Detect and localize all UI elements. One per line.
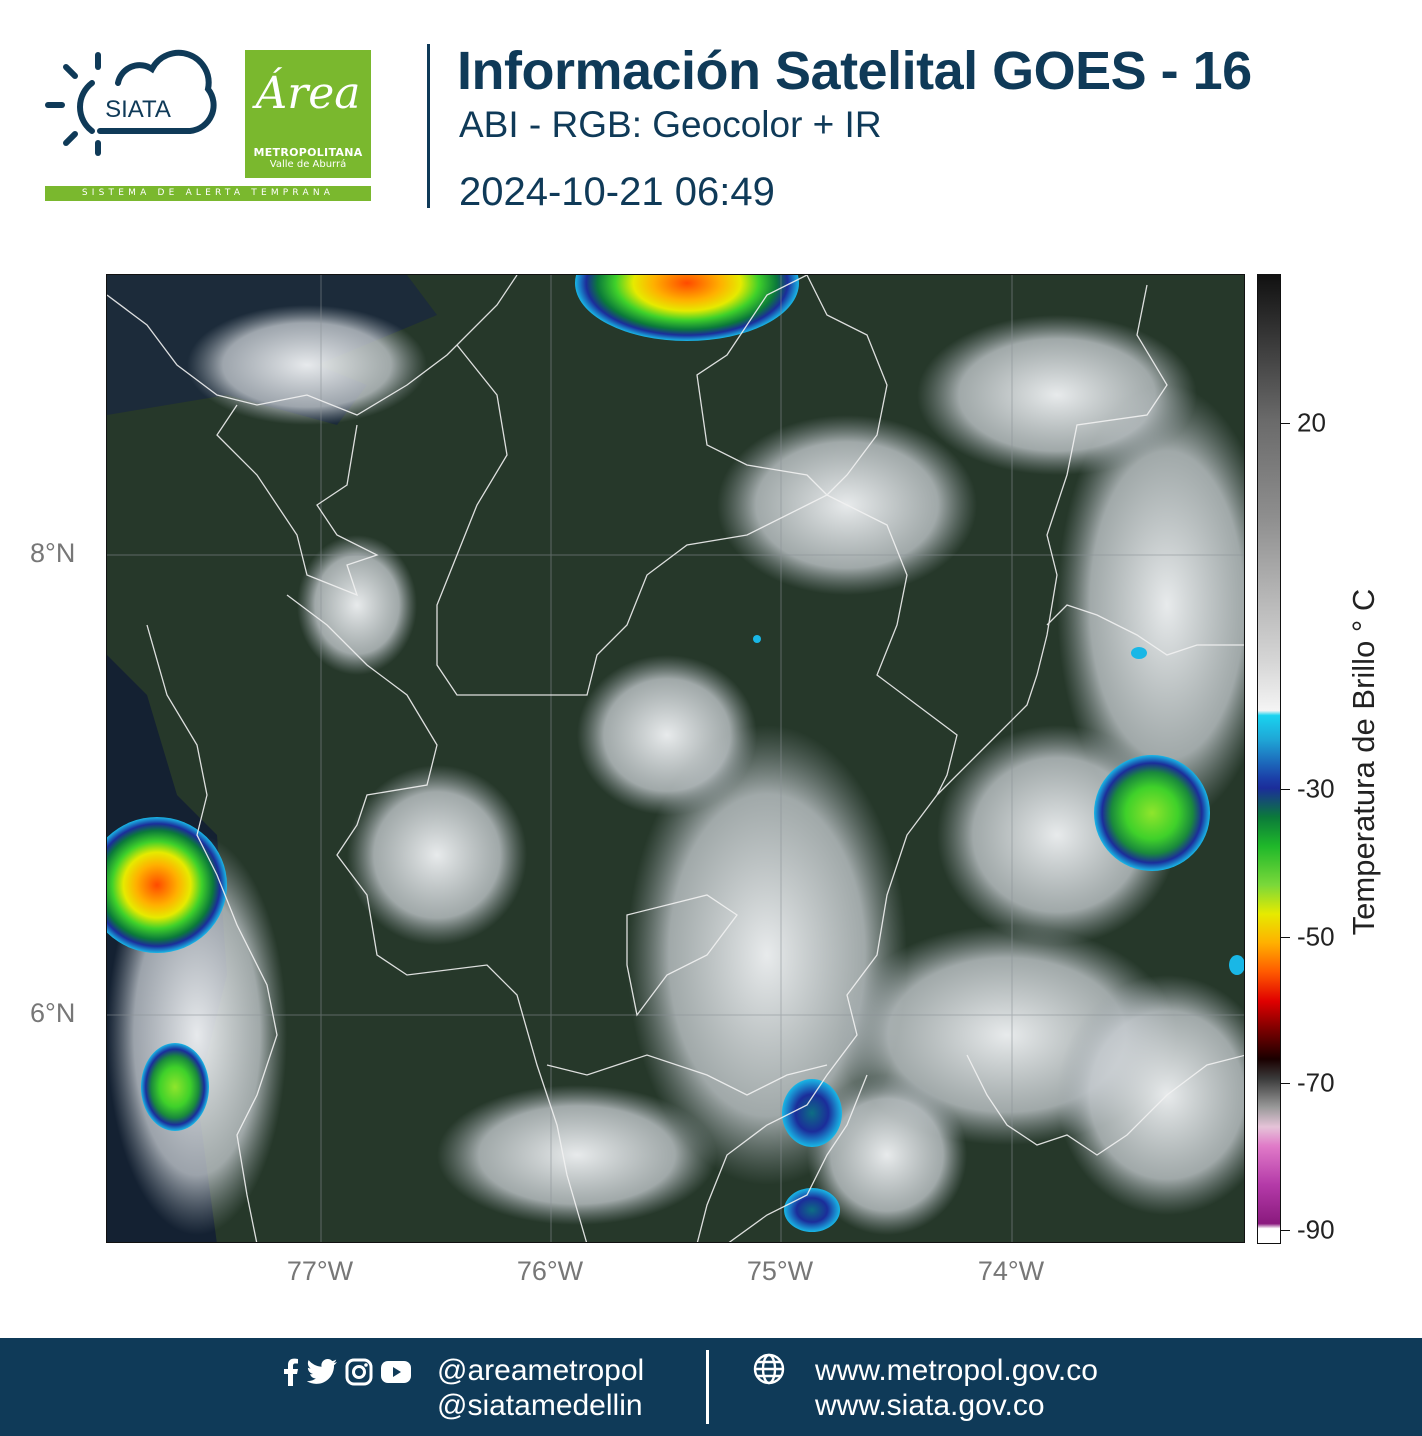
- colorbar-label-minus50: -50: [1297, 921, 1335, 952]
- url-siata[interactable]: www.siata.gov.co: [815, 1389, 1045, 1423]
- area-logo-line2: Valle de Aburrá: [269, 159, 347, 170]
- lon-label-77w: 77°W: [286, 1256, 354, 1286]
- siata-logo-text: SIATA: [105, 96, 171, 123]
- twitter-icon[interactable]: [306, 1359, 337, 1389]
- lon-label-76w: 76°W: [516, 1256, 584, 1286]
- satellite-map: [106, 274, 1245, 1243]
- lon-label-75w: 75°W: [746, 1256, 814, 1286]
- colorbar-label-minus90: -90: [1297, 1214, 1335, 1245]
- page-title: Información Satelital GOES - 16: [457, 41, 1252, 101]
- siata-sun-cloud-icon: SIATA: [45, 49, 217, 156]
- siata-tagline: SISTEMA DE ALERTA TEMPRANA: [45, 186, 371, 201]
- instagram-icon[interactable]: [345, 1358, 373, 1390]
- colorbar-tick: [1281, 789, 1290, 790]
- globe-icon: [752, 1352, 786, 1390]
- colorbar-tick: [1281, 1083, 1290, 1084]
- handle-areametropol[interactable]: @areametropol: [437, 1354, 644, 1388]
- image-timestamp: 2024-10-21 06:49: [459, 170, 775, 214]
- colorbar-tick: [1281, 937, 1290, 938]
- footer-divider: [706, 1350, 709, 1424]
- lat-label-6n: 6°N: [30, 998, 76, 1028]
- lat-label-8n: 8°N: [30, 538, 76, 568]
- page-subtitle: ABI - RGB: Geocolor + IR: [459, 104, 882, 145]
- url-metropol[interactable]: www.metropol.gov.co: [815, 1354, 1098, 1388]
- social-icons: [283, 1358, 411, 1390]
- temperature-colorbar: [1257, 274, 1281, 1244]
- facebook-icon[interactable]: [283, 1358, 299, 1390]
- colorbar-label-minus30: -30: [1297, 773, 1335, 804]
- area-metropolitana-logo: Área METROPOLITANA Valle de Aburrá: [245, 50, 371, 178]
- header-divider: [427, 44, 430, 208]
- colorbar-tick: [1281, 423, 1290, 424]
- youtube-icon[interactable]: [381, 1361, 411, 1387]
- lon-label-74w: 74°W: [977, 1256, 1045, 1286]
- footer: @areametropol @siatamedellin www.metropo…: [0, 1338, 1422, 1436]
- area-logo-script: Área: [255, 68, 361, 119]
- area-logo-line1: METROPOLITANA: [253, 146, 363, 159]
- colorbar-label-minus70: -70: [1297, 1067, 1335, 1098]
- siata-logo: SIATA: [40, 45, 225, 165]
- colorbar-tick: [1281, 1230, 1290, 1231]
- colorbar-label-20: 20: [1297, 407, 1326, 438]
- colorbar-title: Temperatura de Brillo ° C: [1346, 588, 1381, 936]
- handle-siatamedellin[interactable]: @siatamedellin: [437, 1389, 643, 1423]
- satellite-map-canvas: [107, 275, 1244, 1242]
